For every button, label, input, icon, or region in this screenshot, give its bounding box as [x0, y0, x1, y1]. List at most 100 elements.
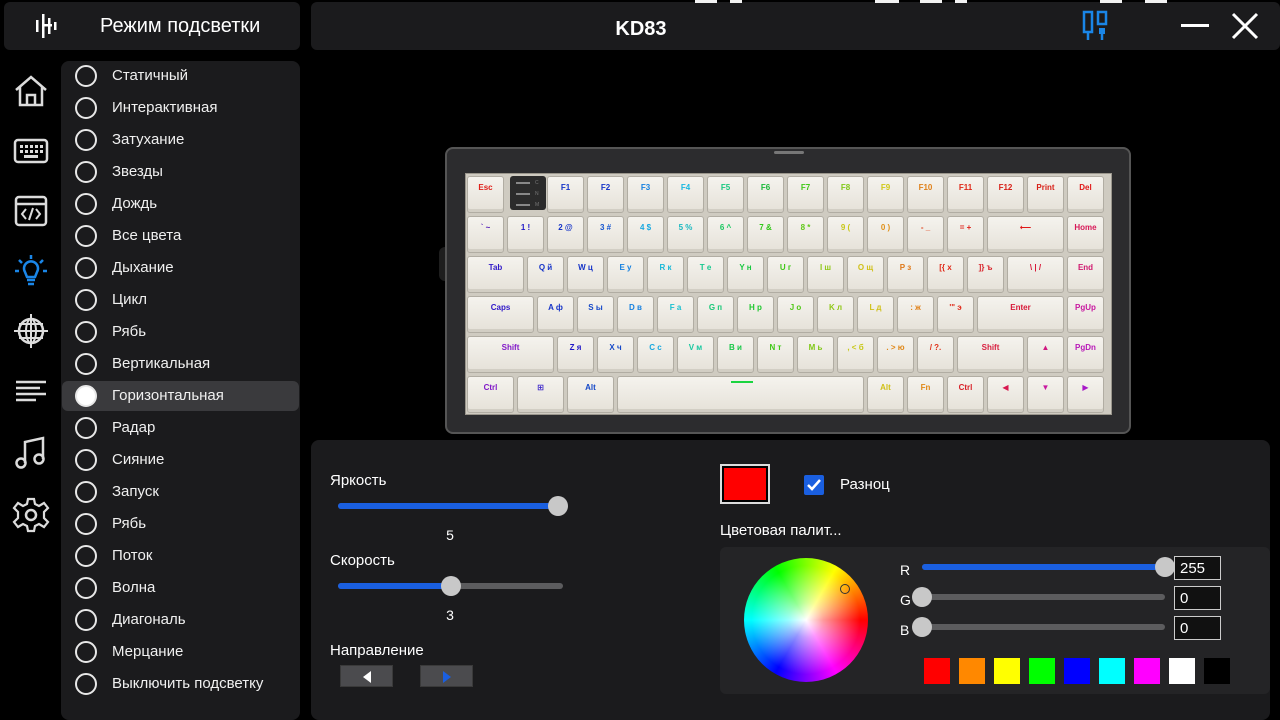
radio-button[interactable]	[75, 481, 97, 503]
keyboard-key[interactable]: C с	[637, 336, 674, 373]
keyboard-key[interactable]: [{ х	[927, 256, 964, 293]
keyboard-key[interactable]: O щ	[847, 256, 884, 293]
color-swatch[interactable]	[1064, 658, 1090, 684]
color-swatch[interactable]	[1204, 658, 1230, 684]
keyboard-key[interactable]: L д	[857, 296, 894, 333]
text-align-icon[interactable]	[12, 372, 50, 410]
radio-button[interactable]	[75, 129, 97, 151]
keyboard-key[interactable]: PgUp	[1067, 296, 1104, 333]
color-preview[interactable]	[720, 464, 770, 504]
mode-item[interactable]: Дыхание	[62, 253, 299, 283]
color-swatch[interactable]	[994, 658, 1020, 684]
slider-thumb[interactable]	[548, 496, 568, 516]
keyboard-key[interactable]: N т	[757, 336, 794, 373]
keyboard-key[interactable]: 8 *	[787, 216, 824, 253]
color-wheel-marker[interactable]	[840, 584, 850, 594]
mode-item[interactable]: Интерактивная	[62, 93, 299, 123]
keyboard-key[interactable]: U г	[767, 256, 804, 293]
radio-button[interactable]	[75, 577, 97, 599]
keyboard-key[interactable]: 5 %	[667, 216, 704, 253]
keyboard-key[interactable]: 3 #	[587, 216, 624, 253]
keyboard-key[interactable]: Caps	[467, 296, 534, 333]
keyboard-key[interactable]: B и	[717, 336, 754, 373]
radio-button[interactable]	[75, 673, 97, 695]
keyboard-key[interactable]: M ь	[797, 336, 834, 373]
keyboard-key[interactable]: R к	[647, 256, 684, 293]
mode-item[interactable]: Цикл	[62, 285, 299, 315]
keyboard-key[interactable]: Tab	[467, 256, 524, 293]
keyboard-key[interactable]: F а	[657, 296, 694, 333]
b-slider[interactable]	[912, 617, 1165, 637]
keyboard-key[interactable]: / ?.	[917, 336, 954, 373]
color-wheel[interactable]	[744, 558, 868, 682]
keyboard-key[interactable]: Ctrl	[947, 376, 984, 413]
keyboard-key[interactable]: D в	[617, 296, 654, 333]
keyboard-icon[interactable]	[12, 132, 50, 170]
keyboard-key[interactable]: F10	[907, 176, 944, 213]
keyboard-key[interactable]: Enter	[977, 296, 1064, 333]
keyboard-key[interactable]: Ctrl	[467, 376, 514, 413]
radio-button[interactable]	[75, 65, 97, 87]
keyboard-key[interactable]: Del	[1067, 176, 1104, 213]
keyboard-key[interactable]: Shift	[467, 336, 554, 373]
g-slider[interactable]	[912, 587, 1165, 607]
keyboard-key[interactable]: F12	[987, 176, 1024, 213]
lighting-icon[interactable]	[12, 252, 50, 290]
keyboard-key[interactable]: F2	[587, 176, 624, 213]
music-icon[interactable]	[12, 434, 50, 472]
mode-item[interactable]: Все цвета	[62, 221, 299, 251]
keyboard-key[interactable]: ⟵	[987, 216, 1064, 253]
keyboard-key[interactable]: V м	[677, 336, 714, 373]
keyboard-key[interactable]: - _	[907, 216, 944, 253]
keyboard-key[interactable]: , < б	[837, 336, 874, 373]
mode-item[interactable]: Диагональ	[62, 605, 299, 635]
mode-item[interactable]: Затухание	[62, 125, 299, 155]
usb-settings-icon[interactable]	[1081, 10, 1111, 42]
mode-item[interactable]: Запуск	[62, 477, 299, 507]
keyboard-key[interactable]: 6 ^	[707, 216, 744, 253]
radio-button[interactable]	[75, 449, 97, 471]
mode-item[interactable]: Звезды	[62, 157, 299, 187]
mode-item[interactable]: Рябь	[62, 317, 299, 347]
radio-button[interactable]	[75, 513, 97, 535]
radio-button[interactable]	[75, 321, 97, 343]
gear-icon[interactable]	[12, 496, 50, 534]
keyboard-key[interactable]: ◀	[987, 376, 1024, 413]
keyboard-key[interactable]: Y н	[727, 256, 764, 293]
slider-thumb[interactable]	[1155, 557, 1175, 577]
color-swatch[interactable]	[1099, 658, 1125, 684]
radio-button[interactable]	[75, 609, 97, 631]
keyboard-key[interactable]: Shift	[957, 336, 1024, 373]
brightness-slider[interactable]	[338, 496, 568, 516]
keyboard-key[interactable]: 1 !	[507, 216, 544, 253]
home-icon[interactable]	[12, 72, 50, 110]
color-swatch[interactable]	[1134, 658, 1160, 684]
mode-item[interactable]: Дождь	[62, 189, 299, 219]
keyboard-key[interactable]: F4	[667, 176, 704, 213]
keyboard-key[interactable]: PgDn	[1067, 336, 1104, 373]
keyboard-key[interactable]: ` ~	[467, 216, 504, 253]
mode-item[interactable]: Статичный	[62, 61, 299, 91]
keyboard-key[interactable]: Esc	[467, 176, 504, 213]
keyboard-key[interactable]: X ч	[597, 336, 634, 373]
mode-item[interactable]: Мерцание	[62, 637, 299, 667]
keyboard-key[interactable]: 4 $	[627, 216, 664, 253]
color-swatch[interactable]	[1029, 658, 1055, 684]
keyboard-key[interactable]: ]} ъ	[967, 256, 1004, 293]
close-button[interactable]	[1229, 10, 1261, 42]
radio-button[interactable]	[75, 641, 97, 663]
color-swatch[interactable]	[959, 658, 985, 684]
keyboard-key[interactable]: = +	[947, 216, 984, 253]
keyboard-key[interactable]: 7 &	[747, 216, 784, 253]
radio-button[interactable]	[75, 193, 97, 215]
keyboard-key[interactable]: G п	[697, 296, 734, 333]
keyboard-key[interactable]: Fn	[907, 376, 944, 413]
b-input[interactable]	[1174, 616, 1221, 640]
keyboard-key[interactable]: S ы	[577, 296, 614, 333]
mode-item[interactable]: Радар	[62, 413, 299, 443]
direction-left-button[interactable]	[340, 665, 393, 687]
mode-item[interactable]: Горизонтальная	[62, 381, 299, 411]
macro-icon[interactable]	[12, 192, 50, 230]
r-input[interactable]	[1174, 556, 1221, 580]
radio-button[interactable]	[75, 257, 97, 279]
